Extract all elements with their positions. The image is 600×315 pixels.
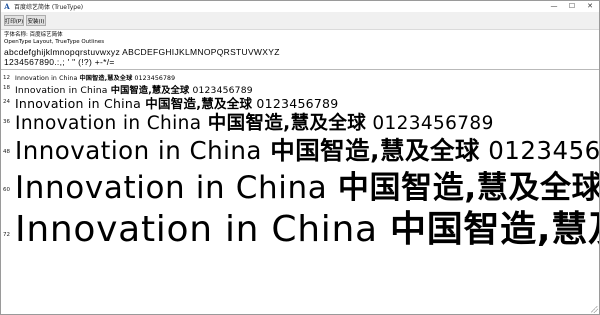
divider — [1, 69, 599, 70]
font-type-line: OpenType Layout, TrueType Outlines — [4, 39, 105, 45]
size-label-60: 60 — [3, 187, 10, 193]
size-label-12: 12 — [3, 75, 10, 81]
install-button[interactable]: 安装(I) — [26, 15, 46, 26]
close-button[interactable]: ✕ — [581, 1, 599, 12]
font-info: 字体名称: 百度综艺简体 OpenType Layout, TrueType O… — [4, 32, 104, 46]
sample-digits: 0123456789 — [132, 75, 176, 82]
size-label-48: 48 — [3, 149, 10, 155]
charset-digits-symbols: 1234567890.:,; ' " (!?) +-*/= — [4, 56, 115, 67]
resize-grip[interactable] — [591, 306, 598, 313]
sample-line-12: Innovation in China 中国智造,慧及全球 0123456789 — [15, 73, 175, 82]
sample-cjk: 中国智造,慧及全球 — [79, 75, 133, 82]
print-button[interactable]: 打印(P) — [4, 15, 24, 26]
sample-latin: Innovation in China — [15, 209, 390, 250]
window-title: 百度综艺简体 (TrueType) — [14, 4, 84, 11]
sample-cjk: 中国智造,慧及全球 — [389, 209, 599, 250]
sample-cjk: 中国智造,慧及全球 — [270, 136, 480, 165]
sample-latin: Innovation in China — [15, 113, 208, 134]
sample-digits: 0123456789 — [488, 136, 600, 165]
size-label-24: 24 — [3, 99, 10, 105]
maximize-button[interactable]: ☐ — [563, 1, 581, 12]
font-file-icon: A — [4, 2, 10, 11]
charset-sample: abcdefghijklmnopqrstuvwxyz ABCDEFGHIJKLM… — [4, 47, 280, 67]
sample-cjk: 中国智造,慧及全球 — [207, 113, 367, 134]
size-label-36: 36 — [3, 119, 10, 125]
sample-latin: Innovation in China — [15, 136, 271, 165]
title-bar[interactable]: A 百度综艺简体 (TrueType) — ☐ ✕ — [1, 1, 599, 12]
size-label-72: 72 — [3, 232, 10, 238]
sample-digits: 0123456789 — [366, 113, 494, 134]
minimize-button[interactable]: — — [545, 1, 563, 12]
window-controls: — ☐ ✕ — [545, 1, 599, 12]
sample-latin: Innovation in China — [15, 75, 80, 82]
toolbar: 打印(P) 安装(I) — [1, 12, 599, 30]
size-label-18: 18 — [3, 85, 10, 91]
sample-line-72: Innovation in China 中国智造,慧及全球 0123456789 — [15, 200, 599, 252]
font-viewer-window: A 百度综艺简体 (TrueType) — ☐ ✕ 打印(P) 安装(I) 字体… — [0, 0, 600, 315]
font-name-line: 字体名称: 百度综艺简体 — [4, 32, 63, 38]
